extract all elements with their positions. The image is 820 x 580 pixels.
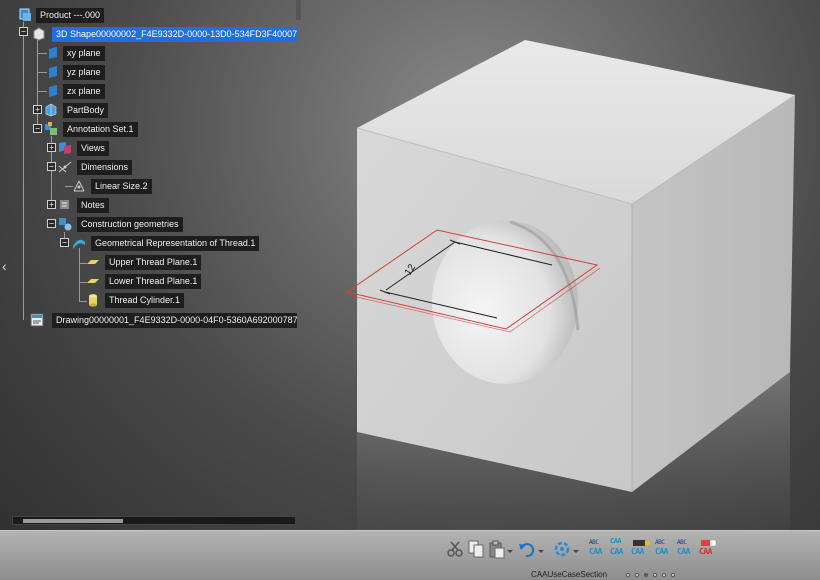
tree-node-zx-plane[interactable]: zx plane [46, 83, 105, 99]
undo-icon[interactable] [518, 539, 536, 559]
tree-node-label: Notes [77, 197, 109, 213]
page-dot[interactable] [644, 573, 648, 577]
paste-icon[interactable] [488, 539, 506, 559]
construction-icon [58, 217, 72, 231]
copy-icon[interactable] [467, 539, 485, 559]
dimensions-icon [58, 160, 72, 174]
expand-toggle[interactable]: + [33, 105, 42, 114]
tree-node-xy-plane[interactable]: xy plane [46, 45, 105, 61]
update-icon[interactable] [553, 539, 571, 559]
tree-node-yz-plane[interactable]: yz plane [46, 64, 105, 80]
drawing-icon [30, 313, 44, 327]
thread-representation-icon [72, 236, 86, 250]
paste-dropdown-icon[interactable] [507, 539, 513, 559]
cut-icon[interactable] [446, 539, 464, 559]
tree-node-label: Annotation Set.1 [63, 121, 138, 137]
tree-node-label: yz plane [63, 64, 105, 80]
plane-icon [86, 255, 100, 269]
page-dot[interactable] [671, 573, 675, 577]
collapse-toggle[interactable]: − [60, 238, 69, 247]
tree-node-partbody[interactable]: PartBody [44, 102, 109, 118]
tree-node-geometrical-representation[interactable]: Geometrical Representation of Thread.1 [72, 235, 260, 251]
tree-node-upper-thread-plane[interactable]: Upper Thread Plane.1 [86, 254, 202, 270]
update-dropdown-icon[interactable] [573, 539, 579, 559]
tree-node-label: Dimensions [77, 159, 133, 175]
page-dot[interactable] [626, 573, 630, 577]
linear-size-icon [72, 179, 86, 193]
tree-node-notes[interactable]: Notes [58, 197, 109, 213]
tree-node-label: Product ---.000 [36, 7, 105, 23]
collapse-toggle[interactable]: − [47, 162, 56, 171]
shape-icon [32, 27, 46, 41]
expand-toggle[interactable]: + [47, 143, 56, 152]
tree-vertical-scrollbar[interactable] [296, 0, 301, 20]
tree-node-label: Lower Thread Plane.1 [105, 273, 202, 289]
tree-node-label: Construction geometries [77, 216, 183, 232]
toolbar-section-label: CAAUseCaseSection [531, 570, 608, 579]
caa-command-button-5[interactable]: ABC CAA [677, 539, 697, 559]
collapse-toggle[interactable]: − [33, 124, 42, 133]
page-dot[interactable] [662, 573, 666, 577]
tree-node-label: Geometrical Representation of Thread.1 [91, 235, 260, 251]
specification-tree: Product ---.000 − 3D Shape00000002_F4E93… [0, 0, 301, 530]
tree-node-label: Drawing00000001_F4E9332D-0000-04F0-5360A… [52, 312, 297, 328]
scrollbar-thumb[interactable] [23, 519, 123, 523]
tree-node-thread-cylinder[interactable]: Thread Cylinder.1 [86, 292, 185, 308]
notes-icon [58, 198, 72, 212]
caa-command-button-6[interactable]: CAA [699, 539, 719, 559]
tree-node-label: Upper Thread Plane.1 [105, 254, 202, 270]
tree-node-construction-geometries[interactable]: Construction geometries [58, 216, 183, 232]
views-icon [58, 141, 72, 155]
annotation-set-icon [44, 122, 58, 136]
caa-command-button-4[interactable]: ABC CAA [655, 539, 675, 559]
tree-node-label: Linear Size.2 [91, 178, 152, 194]
plane-icon [46, 84, 60, 98]
plane-icon [86, 274, 100, 288]
tree-node-linear-size[interactable]: Linear Size.2 [72, 178, 152, 194]
tree-node-label: 3D Shape00000002_F4E9332D-0000-13D0-534F… [52, 26, 297, 42]
tree-node-dimensions[interactable]: Dimensions [58, 159, 133, 175]
tree-node-label: Thread Cylinder.1 [105, 292, 185, 308]
cylinder-icon [86, 293, 100, 307]
caa-command-button-3[interactable]: CAA [631, 539, 651, 559]
expand-toggle[interactable]: + [47, 200, 56, 209]
tree-node-label: Views [77, 140, 109, 156]
partbody-icon [44, 103, 58, 117]
tree-node-3d-shape[interactable]: 3D Shape00000002_F4E9332D-0000-13D0-534F… [32, 26, 297, 42]
collapse-toggle[interactable]: − [47, 219, 56, 228]
tree-node-label: xy plane [63, 45, 105, 61]
caa-command-button-2[interactable]: CAA CAA [610, 537, 630, 559]
plane-icon [46, 65, 60, 79]
tree-node-drawing[interactable]: Drawing00000001_F4E9332D-0000-04F0-5360A… [30, 312, 297, 328]
tree-node-label: PartBody [63, 102, 109, 118]
collapse-panel-arrow-icon[interactable]: ‹ [2, 258, 12, 274]
tree-node-lower-thread-plane[interactable]: Lower Thread Plane.1 [86, 273, 202, 289]
tree-node-annotation-set[interactable]: Annotation Set.1 [44, 121, 138, 137]
collapse-toggle[interactable]: − [19, 27, 28, 36]
undo-dropdown-icon[interactable] [538, 539, 544, 559]
tree-node-product[interactable]: Product ---.000 [18, 7, 105, 23]
tree-node-views[interactable]: Views [58, 140, 109, 156]
tree-node-label: zx plane [63, 83, 105, 99]
tree-horizontal-scrollbar[interactable] [12, 516, 296, 525]
caa-command-button-1[interactable]: ABC CAA [589, 539, 609, 559]
page-dot[interactable] [653, 573, 657, 577]
action-bar: ABC CAA CAA CAA CAA ABC CAA ABC CAA CAA … [0, 530, 820, 580]
product-icon [18, 8, 32, 22]
plane-icon [46, 46, 60, 60]
page-dot[interactable] [635, 573, 639, 577]
